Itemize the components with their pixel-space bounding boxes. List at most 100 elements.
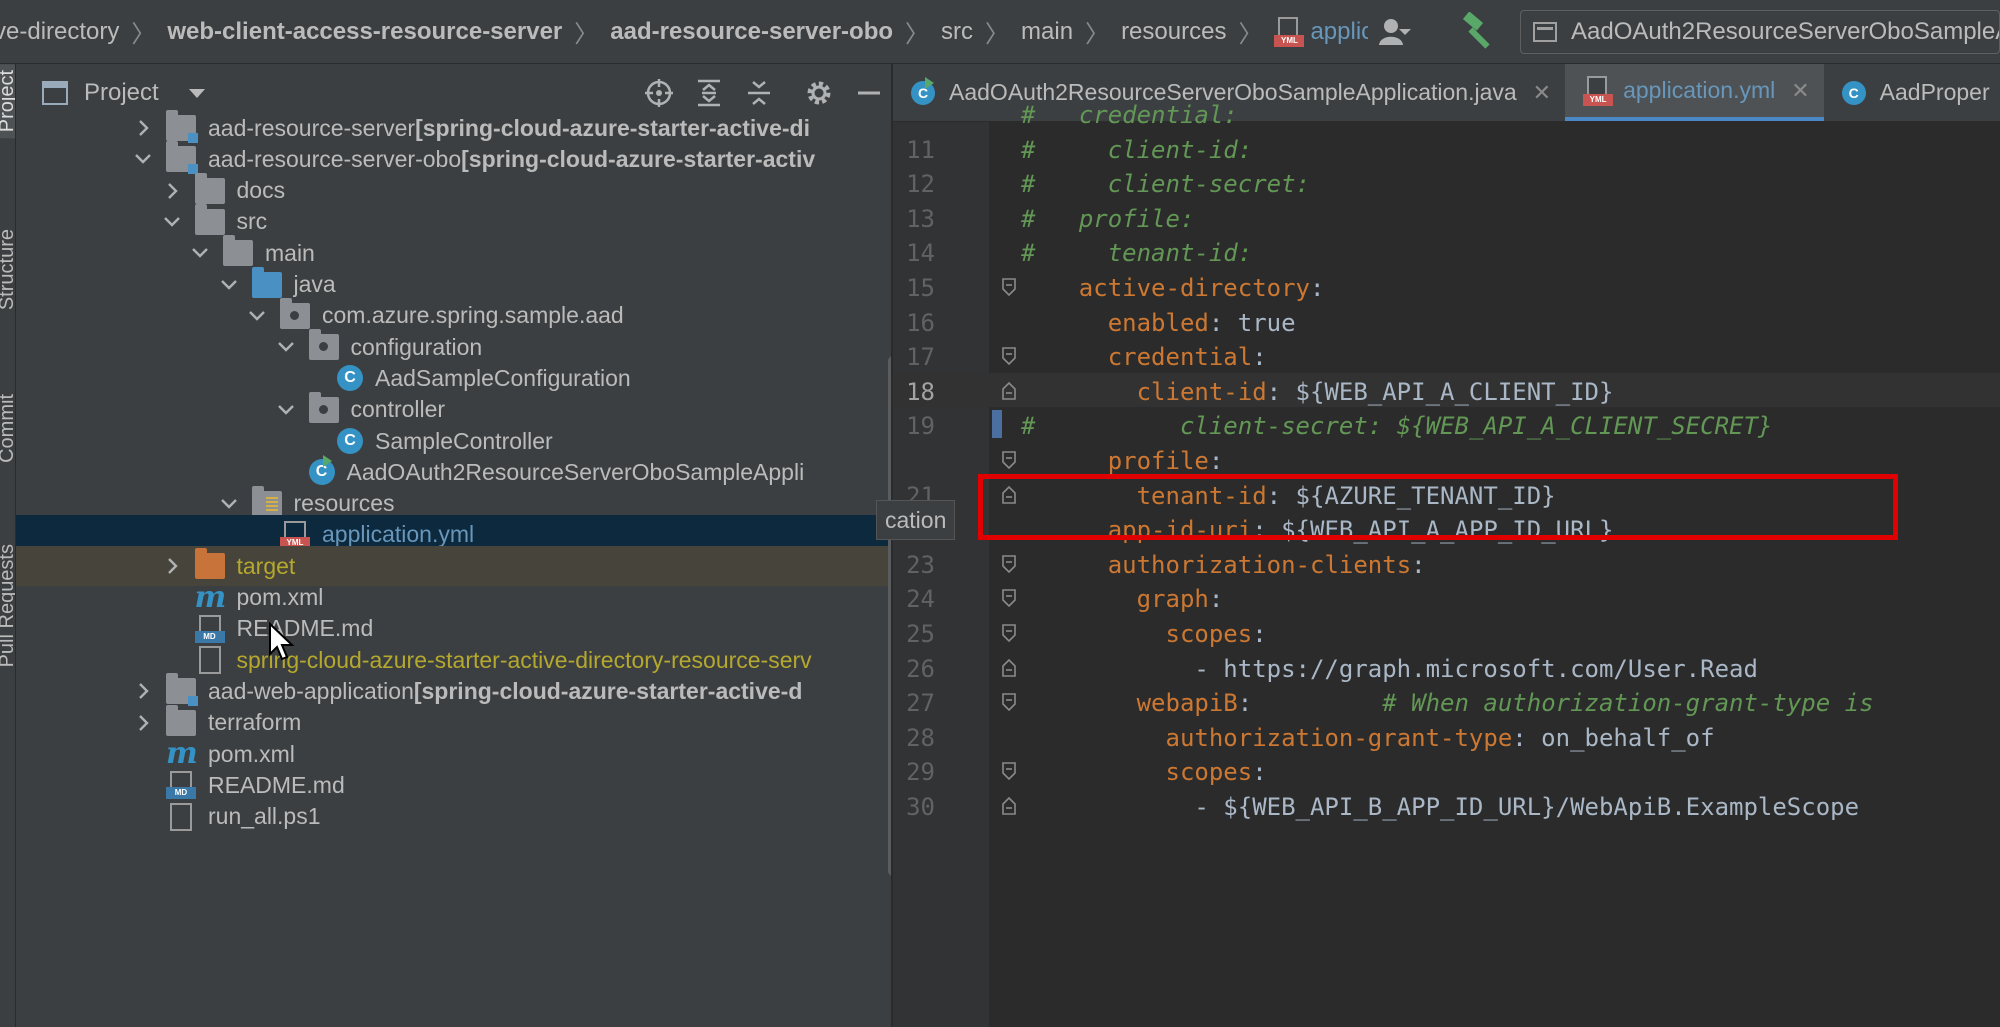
vcs-user-icon[interactable] [1378,17,1438,47]
project-tool-tab[interactable]: Project [0,64,15,139]
fold-end-icon[interactable] [1001,658,1017,678]
select-opened-file-icon[interactable] [643,77,675,109]
breadcrumb-separator: 〉 [1085,21,1110,48]
breadcrumb-item[interactable]: web-client-access-resource-server [167,18,562,46]
yaml-value: : [1208,585,1224,614]
tree-item-label: aad-resource-server-obo [208,145,462,172]
project-tree-scrollbar[interactable] [888,356,891,876]
tree-item-label: configuration [350,333,483,360]
breadcrumb-item[interactable]: ve-directory [0,18,119,46]
yaml-key: client-secret: [1107,170,1310,199]
hide-panel-icon[interactable] [853,77,885,109]
fold-open-icon[interactable] [1001,450,1017,470]
chevron-down-icon[interactable] [189,242,211,264]
yaml-key: active-directory [1078,274,1310,302]
tree-item[interactable]: run_all.ps1 [16,797,891,837]
annotation-highlight-box [978,474,1898,540]
chevron-down-icon[interactable] [275,399,297,421]
code-line[interactable]: profile: [893,442,2000,477]
fold-end-icon[interactable] [1001,381,1017,401]
code-text: - ${WEB_API_B_APP_ID_URL}/WebApiB.Exampl… [1021,793,1859,821]
build-hammer-icon[interactable] [1458,11,1498,52]
pull-requests-tool-tab[interactable]: Pull Requests [0,544,15,667]
markdown-file-icon: MD [194,614,225,643]
module-folder-icon [166,673,198,707]
tree-item-label: pom.xml [208,740,295,767]
yaml-key: profile [1107,447,1209,475]
gear-icon[interactable] [803,77,835,109]
yaml-value: : [1309,274,1325,302]
line-number: 12 [906,170,935,199]
chevron-down-icon[interactable] [218,493,240,515]
line-number: 18 [906,377,935,406]
code-line[interactable]: 27 webapiB: # When authorization-grant-t… [893,684,2000,719]
chevron-right-icon[interactable] [161,555,183,577]
code-line[interactable]: 26 - https://graph.microsoft.com/User.Re… [893,650,2000,685]
expand-all-icon[interactable] [693,77,725,109]
fold-open-icon[interactable] [1001,588,1017,608]
fold-open-icon[interactable] [1001,554,1017,574]
code-line[interactable]: # credential: [893,96,2000,131]
fold-open-icon[interactable] [1001,346,1017,366]
chevron-down-icon[interactable] [188,88,205,98]
code-line[interactable]: 28 authorization-grant-type: on_behalf_o… [893,719,2000,754]
breadcrumb-item-label: web-client-access-resource-server [167,17,563,45]
collapse-all-icon[interactable] [743,77,775,109]
code-text: - https://graph.microsoft.com/User.Read [1021,655,1758,683]
chevron-right-icon[interactable] [132,680,154,702]
breadcrumb-item[interactable]: src [941,18,973,46]
fold-open-icon[interactable] [1001,277,1017,297]
chevron-down-icon[interactable] [275,336,297,358]
code-line[interactable]: 25 scopes: [893,615,2000,650]
project-view-selector[interactable]: Project [84,79,159,107]
yaml-key: webapiB [1136,689,1238,718]
code-line[interactable]: 19 # client-secret: ${WEB_API_A_CLIENT_SE… [893,407,2000,442]
code-line[interactable]: 11 # client-id: [893,131,2000,166]
code-line[interactable]: 17 credential: [893,338,2000,373]
code-line[interactable]: 15 active-directory: [893,269,2000,304]
fold-open-icon[interactable] [1001,692,1017,712]
runnable-class-icon: C [308,455,335,486]
chevron-down-icon[interactable] [246,305,268,327]
structure-tool-tab[interactable]: Structure [0,229,15,310]
commit-tool-tab[interactable]: Commit [0,394,15,463]
package-icon [280,297,310,329]
fold-open-icon[interactable] [1001,623,1017,643]
chevron-right-icon[interactable] [132,117,154,139]
yaml-key: credential [1107,343,1253,372]
chevron-down-icon[interactable] [218,274,240,296]
breadcrumb-item-label: aad-resource-server-obo [610,17,894,45]
code-line[interactable]: 12 # client-secret: [893,165,2000,200]
code-line[interactable]: 16 enabled: true [893,304,2000,339]
breadcrumb-item[interactable]: main [1021,18,1073,46]
fold-open-icon[interactable] [1001,761,1017,781]
chevron-right-icon[interactable] [161,180,183,202]
line-number: 25 [906,620,935,648]
code-line[interactable]: 30 - ${WEB_API_B_APP_ID_URL}/WebApiB.Exa… [893,788,2000,823]
code-line[interactable]: 24 graph: [893,580,2000,615]
code-line[interactable]: 14 # tenant-id: [893,234,2000,269]
chevron-down-icon[interactable] [132,148,154,170]
run-configuration-selector[interactable]: AadOAuth2ResourceServerOboSampleApplicat… [1520,10,2000,54]
yaml-key: authorization-grant-type [1165,723,1513,752]
code-text: # client-secret: ${WEB_API_A_CLIENT_SECR… [1021,412,1772,440]
fold-end-icon[interactable] [1001,796,1017,816]
breadcrumb-item[interactable]: aad-resource-server-obo [610,18,893,46]
tree-item-label: SampleController [375,427,553,454]
breadcrumb-item[interactable]: resources [1121,18,1226,46]
code-line[interactable]: 18 client-id: ${WEB_API_A_CLIENT_ID} [893,372,2000,408]
tree-item-module-suffix: [spring-cloud-azure-starter-active-di [415,114,810,141]
code-line[interactable]: 23 authorization-clients: [893,546,2000,581]
chevron-right-icon[interactable] [132,712,154,734]
yaml-key: client-secret: ${WEB_API_A_CLIENT_SECRET… [1179,412,1773,441]
tree-item-label: java [293,271,336,297]
code-line[interactable]: 29 scopes: [893,753,2000,788]
yaml-value: : [1252,620,1267,648]
chevron-down-icon[interactable] [161,211,183,233]
code-line[interactable]: 13 # profile: [893,200,2000,235]
tree-item-module-suffix: [spring-cloud-azure-starter-activ [461,145,816,172]
breadcrumb-item-label: resources [1121,17,1227,45]
